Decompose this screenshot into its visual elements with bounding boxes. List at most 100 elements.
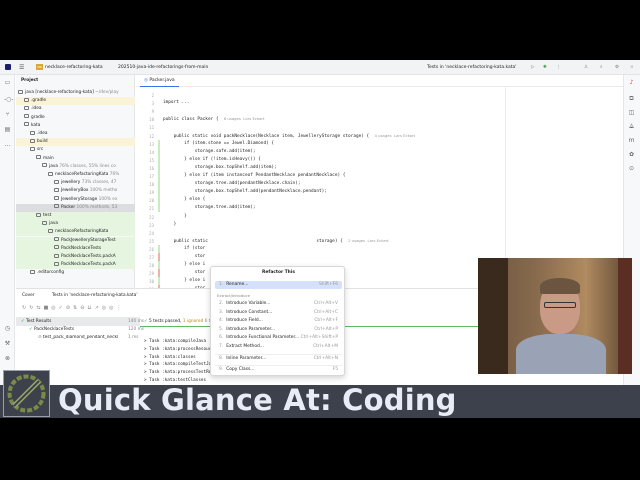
- project-tree-item[interactable]: PackNecklaceTests.packA: [16, 253, 135, 261]
- project-tree-item[interactable]: gradle: [16, 114, 135, 122]
- popup-menu-item[interactable]: 7. Extract Method... Ctrl+Alt+M: [215, 343, 342, 351]
- popup-menu-item[interactable]: 6. Introduce Functional Parameter... Ctrl+…: [215, 334, 342, 342]
- coverage-marker: [158, 139, 160, 148]
- code-text: } else if (item instanceof PendantNeckla…: [163, 173, 346, 178]
- branch-selector[interactable]: 202510-java-ide-refactorings-from-main: [118, 65, 208, 70]
- project-tree-item[interactable]: JewelleryBox 100% metho: [16, 187, 135, 195]
- coverage-marker: [158, 155, 160, 164]
- project-tree-item[interactable]: .gradle: [16, 97, 135, 106]
- code-line[interactable]: import ...: [163, 100, 189, 105]
- close-icon[interactable]: ×: [630, 65, 634, 70]
- more-icon[interactable]: ⋮: [556, 65, 561, 70]
- debug-icon[interactable]: ✺: [543, 65, 547, 70]
- line-number: 2: [151, 93, 154, 98]
- test-result-class[interactable]: ✓ PackNecklaceTests: [29, 327, 74, 332]
- code-line[interactable]: public static storage) { 2 usages Lars E…: [163, 238, 389, 244]
- project-selector[interactable]: necklace-refactoring-kata: [45, 65, 103, 70]
- gradle-icon[interactable]: ⟁: [628, 123, 635, 130]
- code-line[interactable]: } else if (item instanceof PendantNeckla…: [163, 173, 345, 178]
- project-tree-item[interactable]: kata: [16, 122, 135, 130]
- code-line[interactable]: stor: [163, 270, 206, 275]
- menu-item-label: Introduce Functional Parameter...: [226, 335, 300, 340]
- code-line[interactable]: public static void packNecklace(Necklace…: [163, 133, 416, 139]
- project-tree-item[interactable]: .idea: [16, 130, 135, 138]
- popup-title: Refactor This: [262, 270, 295, 275]
- popup-menu-item[interactable]: 9. Copy Class... F5: [215, 365, 342, 373]
- settings-icon[interactable]: ⚙: [615, 65, 619, 70]
- project-tree-item[interactable]: PackNecklaceTests: [16, 244, 135, 253]
- code-vision-hint[interactable]: 6 usages Lars Eckart: [224, 116, 265, 121]
- popup-menu-item[interactable]: 2. Introduce Variable... Ctrl+Alt+V: [215, 300, 342, 308]
- main-menu-icon[interactable]: ☰: [19, 64, 24, 71]
- project-tree-item[interactable]: necklaceRefactoringKata: [16, 228, 135, 237]
- tree-item-label: kata: [31, 122, 41, 128]
- code-line[interactable]: }: [163, 214, 187, 219]
- line-number: 20: [149, 198, 154, 204]
- more-tools-icon[interactable]: …: [4, 141, 11, 148]
- project-tree-item[interactable]: java [necklace-refactoring-kata] ~/dev/p…: [16, 89, 135, 97]
- project-tree-item[interactable]: .editorconfig: [16, 269, 135, 277]
- structure-icon[interactable]: ▤: [4, 126, 11, 133]
- project-tree-item[interactable]: PackJewelleryStorageTest: [16, 236, 135, 245]
- tab-cover[interactable]: Cover: [22, 293, 35, 298]
- code-line[interactable]: stor: [163, 254, 206, 259]
- test-result-method[interactable]: ⊘ test_pack_diamond_pendant_neckl: [38, 335, 126, 340]
- project-tree-item[interactable]: .idea: [16, 105, 135, 113]
- popup-menu-item[interactable]: 4. Introduce Field... Ctrl+Alt+F: [215, 317, 342, 325]
- code-line[interactable]: storage.tree.add(item);: [163, 205, 256, 210]
- commit-tool-icon[interactable]: -○-: [4, 96, 14, 103]
- pull-requests-icon[interactable]: ⑂: [4, 111, 11, 118]
- notifications-icon[interactable]: ♪: [628, 79, 635, 86]
- code-line[interactable]: storage.safe.add(item);: [163, 149, 256, 154]
- code-line[interactable]: } else {: [163, 197, 205, 202]
- run-config-selector[interactable]: Tests in 'necklace-refactoring-kata.kata…: [427, 65, 517, 70]
- search-icon[interactable]: ⌕: [600, 64, 603, 70]
- code-line[interactable]: if (item.stone == Jewel.Diamond) {: [163, 141, 274, 146]
- tab-packer-java[interactable]: ◎ Packer.java: [140, 75, 179, 87]
- code-line[interactable]: if (stor: [163, 246, 205, 251]
- coverage-icon[interactable]: ⊙: [628, 165, 635, 172]
- menu-item-shortcut: Ctrl+Alt+M: [313, 343, 338, 349]
- project-tree-item[interactable]: java: [16, 220, 135, 229]
- popup-menu-item[interactable]: 5. Introduce Parameter... Ctrl+Alt+P: [215, 326, 342, 334]
- code-line[interactable]: }: [163, 222, 177, 227]
- plugin-icon[interactable]: ✿: [628, 151, 635, 158]
- tab-tests[interactable]: Tests in 'necklace-refactoring-kata.kata…: [52, 293, 138, 298]
- code-line[interactable]: } else if (!item.isHeavy()) {: [163, 157, 261, 162]
- popup-menu-item[interactable]: 3. Introduce Constant... Ctrl+Alt+C: [215, 309, 342, 317]
- code-vision-hint[interactable]: 2 usages Lars Eckart: [348, 238, 389, 243]
- code-line[interactable]: } else i: [163, 262, 205, 267]
- code-line[interactable]: storage.tree.add(pendantNecklace.chain);: [163, 181, 301, 186]
- menu-item-label: Rename...: [226, 282, 249, 287]
- project-tree-item[interactable]: main: [16, 155, 135, 163]
- project-tree-item[interactable]: src: [16, 146, 135, 154]
- build-tool-icon[interactable]: ⚒: [4, 340, 11, 347]
- project-tool-icon[interactable]: ▭: [4, 79, 11, 86]
- project-tree-item[interactable]: java 76% classes, 55% lines co: [16, 163, 135, 171]
- run-toolbar[interactable]: ↻↻⇆■◎✓⊘⇅⊖⇊↗◎◎⋮: [22, 305, 125, 311]
- project-tree-item[interactable]: test: [16, 212, 135, 220]
- project-tree-item[interactable]: build: [16, 138, 135, 147]
- code-text: public static void packNecklace(Necklace…: [163, 133, 370, 139]
- code-line[interactable]: public class Packer { 6 usages Lars Ecka…: [163, 116, 264, 122]
- run-tool-icon[interactable]: ◷: [4, 325, 11, 332]
- project-tree-item[interactable]: Packer 100% methods, 53: [16, 203, 135, 212]
- line-number: 16: [149, 165, 154, 171]
- ai-assistant-icon[interactable]: ⧉: [628, 95, 635, 102]
- code-line[interactable]: storage.box.topShelf.add(pendantNecklace…: [163, 189, 327, 194]
- popup-menu-item[interactable]: 8. Inline Parameter... Ctrl+Alt+N: [215, 354, 342, 362]
- code-text: } else if (!item.isHeavy()) {: [163, 156, 261, 162]
- test-result-root[interactable]: ✓ Test Results: [21, 319, 51, 324]
- project-tree-item[interactable]: JewelleryStorage 100% ex: [16, 196, 135, 204]
- code-line[interactable]: storage.box.topShelf.add(item);: [163, 165, 277, 170]
- project-tree-item[interactable]: jewellery 73% classes, 47: [16, 179, 135, 187]
- popup-menu-item[interactable]: 1. Rename... Shift+F6: [215, 281, 342, 289]
- account-icon[interactable]: ♙: [584, 65, 588, 70]
- run-icon[interactable]: ▷: [531, 65, 534, 70]
- code-vision-hint[interactable]: 4 usages Lars Eckart: [374, 133, 415, 138]
- project-tree-item[interactable]: necklaceRefactoringKata 76%: [16, 171, 135, 179]
- project-tree-item[interactable]: PackNecklaceTests.packA: [16, 261, 135, 270]
- database-icon[interactable]: ◫: [628, 109, 635, 116]
- problems-icon[interactable]: ⊗: [4, 355, 11, 362]
- maven-icon[interactable]: m: [628, 137, 635, 144]
